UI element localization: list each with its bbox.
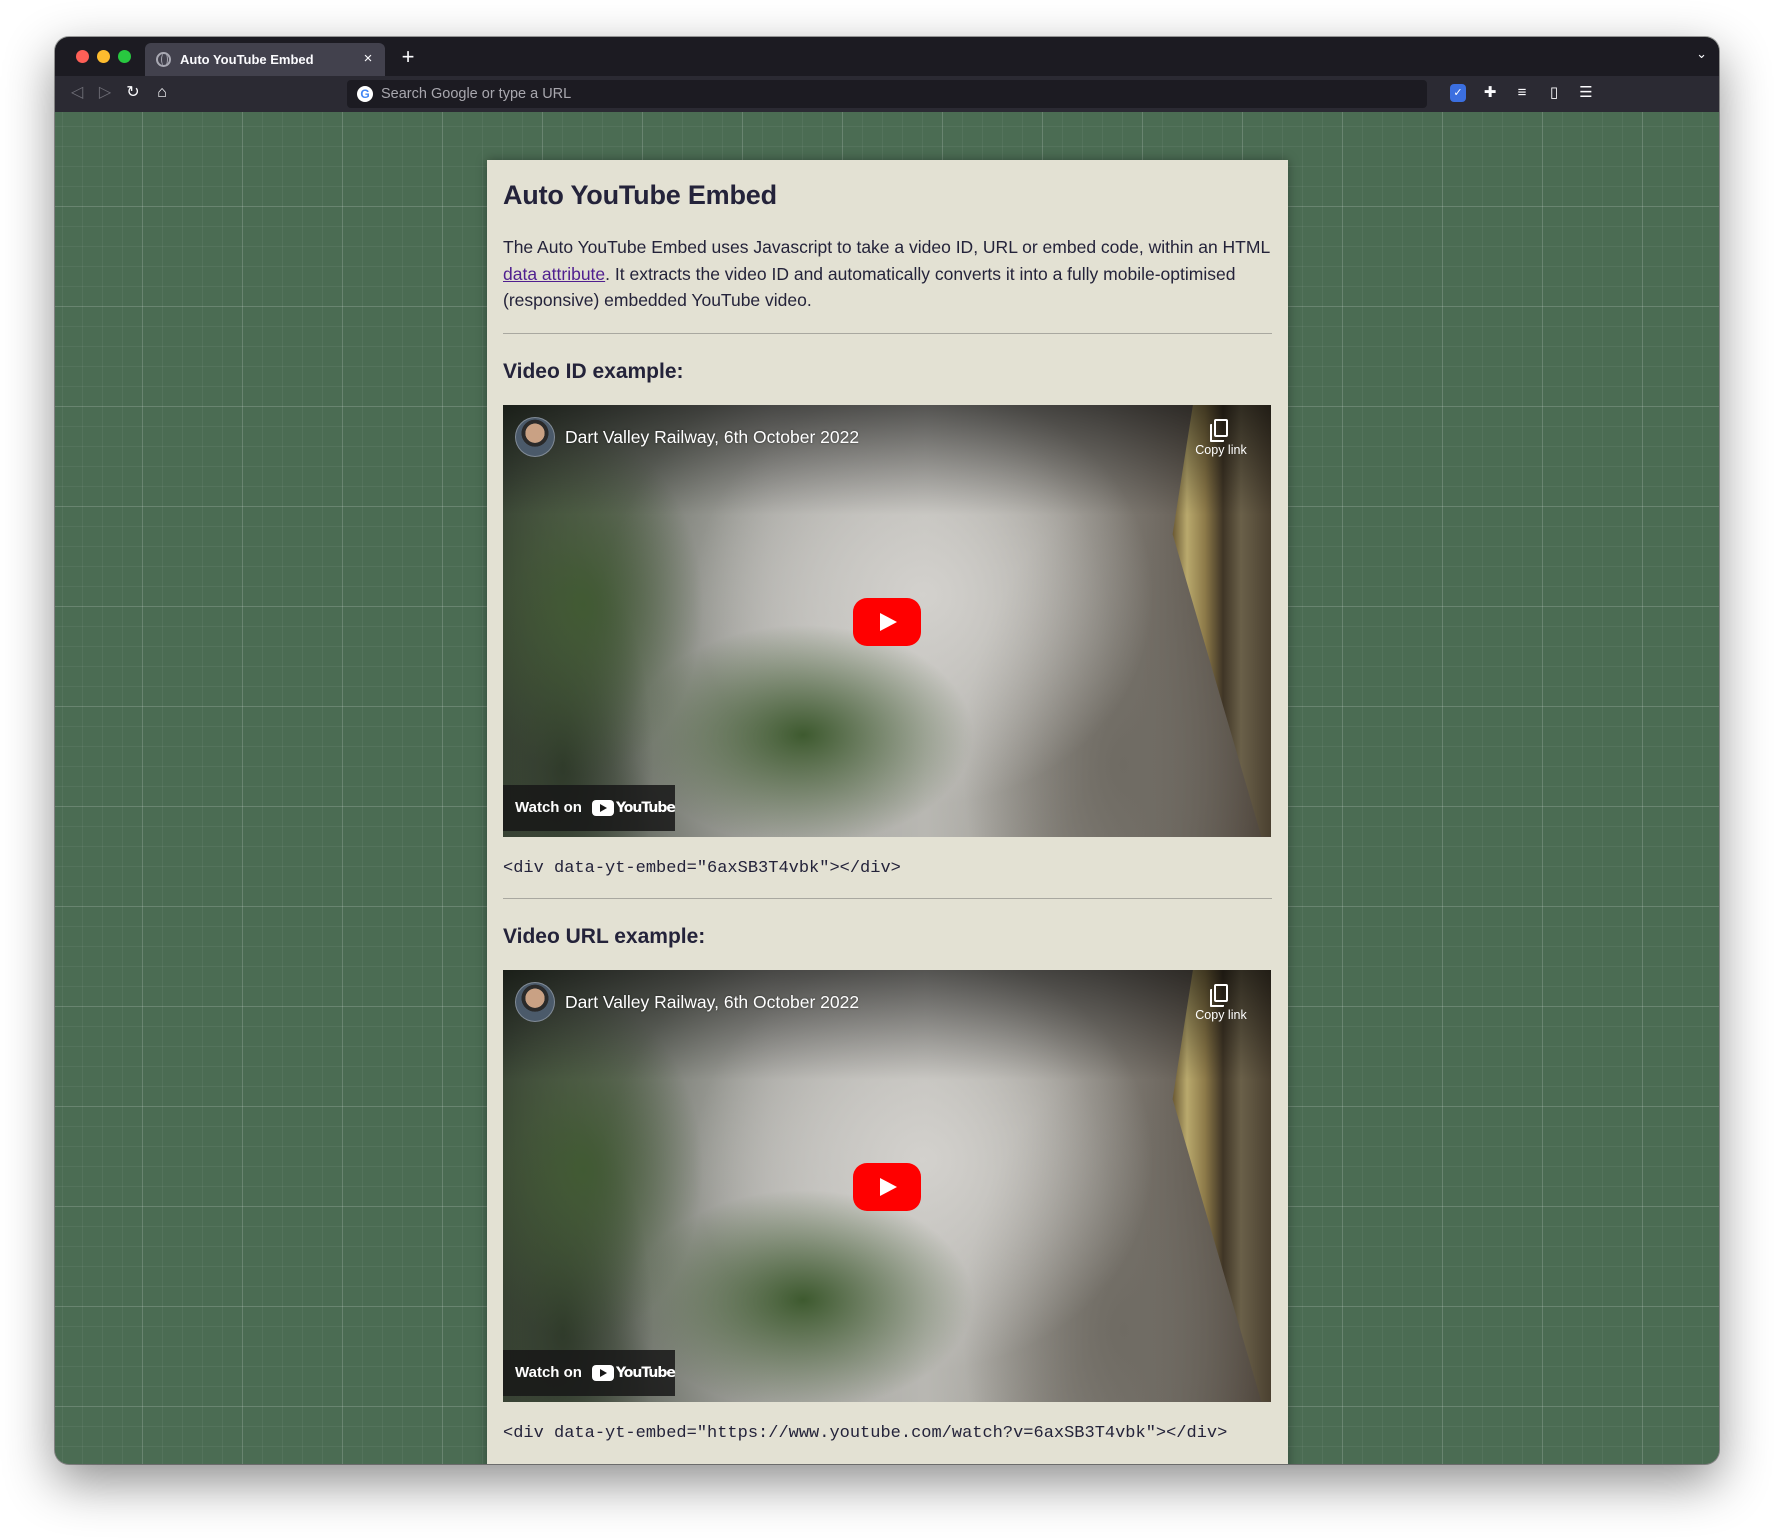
intro-text-end: . It extracts the video ID and automatic… [503,263,1236,311]
tab-auto-youtube-embed[interactable]: Auto YouTube Embed × [145,43,385,76]
minimize-window-button[interactable] [97,50,110,63]
youtube-embed-video-id[interactable]: Dart Valley Railway, 6th October 2022 Co… [503,404,1271,837]
youtube-logo: YouTube [591,1364,676,1381]
sidebar-icon[interactable]: ▯ [1542,81,1566,105]
code-sample-video-id: <div data-yt-embed="6axSB3T4vbk"></div> [503,858,901,878]
copy-icon [1210,418,1228,442]
divider [503,332,1272,334]
intro-paragraph: The Auto YouTube Embed uses Javascript t… [503,234,1272,314]
youtube-play-icon [591,1364,614,1381]
reload-icon[interactable]: ↻ [119,79,147,107]
new-tab-button[interactable]: + [395,44,421,70]
url-placeholder: Search Google or type a URL [381,86,572,102]
copy-link-label: Copy link [1195,1007,1247,1022]
globe-icon [156,52,171,67]
video-title-overlay [503,404,1271,515]
home-icon[interactable]: ⌂ [148,79,176,107]
navigation-toolbar: ◁ ▷ ↻ ⌂ G Search Google or type a URL ✓ … [55,76,1719,112]
media-playlist-icon[interactable]: ≡ [1510,81,1534,105]
video-title[interactable]: Dart Valley Railway, 6th October 2022 [565,427,859,448]
section-heading-video-url: Video URL example: [503,924,706,948]
video-title[interactable]: Dart Valley Railway, 6th October 2022 [565,992,859,1013]
channel-avatar[interactable] [515,981,555,1022]
code-sample-video-url: <div data-yt-embed="https://www.youtube.… [503,1423,1228,1443]
play-button[interactable] [853,597,921,646]
chevron-down-icon[interactable]: ⌄ [1696,46,1707,62]
shield-extension-icon[interactable]: ✓ [1446,81,1470,105]
copy-icon [1210,983,1228,1007]
url-bar[interactable]: G Search Google or type a URL [347,80,1427,108]
watch-on-youtube-button[interactable]: Watch on YouTube [503,1349,676,1396]
extensions-puzzle-icon[interactable]: ✚ [1478,81,1502,105]
forward-arrow-icon[interactable]: ▷ [91,79,119,107]
google-icon: G [357,86,373,102]
video-title-overlay [503,969,1271,1080]
close-window-button[interactable] [76,50,89,63]
copy-link-button[interactable]: Copy link [1191,982,1251,1022]
youtube-logo: YouTube [591,799,676,816]
section-heading-video-id: Video ID example: [503,359,684,383]
tab-title: Auto YouTube Embed [180,52,314,67]
youtube-play-icon [591,799,614,816]
youtube-embed-video-url[interactable]: Dart Valley Railway, 6th October 2022 Co… [503,969,1271,1402]
page-viewport: Auto YouTube Embed The Auto YouTube Embe… [55,112,1719,1464]
back-arrow-icon[interactable]: ◁ [63,79,91,107]
youtube-wordmark: YouTube [615,1364,676,1381]
data-attribute-link[interactable]: data attribute [503,264,605,284]
menu-icon[interactable]: ☰ [1574,81,1598,105]
divider [503,897,1272,899]
watch-on-youtube-button[interactable]: Watch on YouTube [503,784,676,831]
play-button[interactable] [853,1162,921,1211]
watch-on-label: Watch on [515,1364,582,1381]
content-card: Auto YouTube Embed The Auto YouTube Embe… [487,160,1288,1464]
tab-close-button[interactable]: × [358,49,378,69]
copy-link-button[interactable]: Copy link [1191,417,1251,457]
intro-text-start: The Auto YouTube Embed uses Javascript t… [503,237,1270,257]
page-title: Auto YouTube Embed [503,180,777,210]
copy-link-label: Copy link [1195,442,1247,457]
tab-strip: Auto YouTube Embed × + ⌄ [55,37,1719,76]
youtube-wordmark: YouTube [615,799,676,816]
channel-avatar[interactable] [515,416,555,457]
browser-window: Auto YouTube Embed × + ⌄ ◁ ▷ ↻ ⌂ G Searc… [55,37,1719,1464]
watch-on-label: Watch on [515,799,582,816]
maximize-window-button[interactable] [118,50,131,63]
